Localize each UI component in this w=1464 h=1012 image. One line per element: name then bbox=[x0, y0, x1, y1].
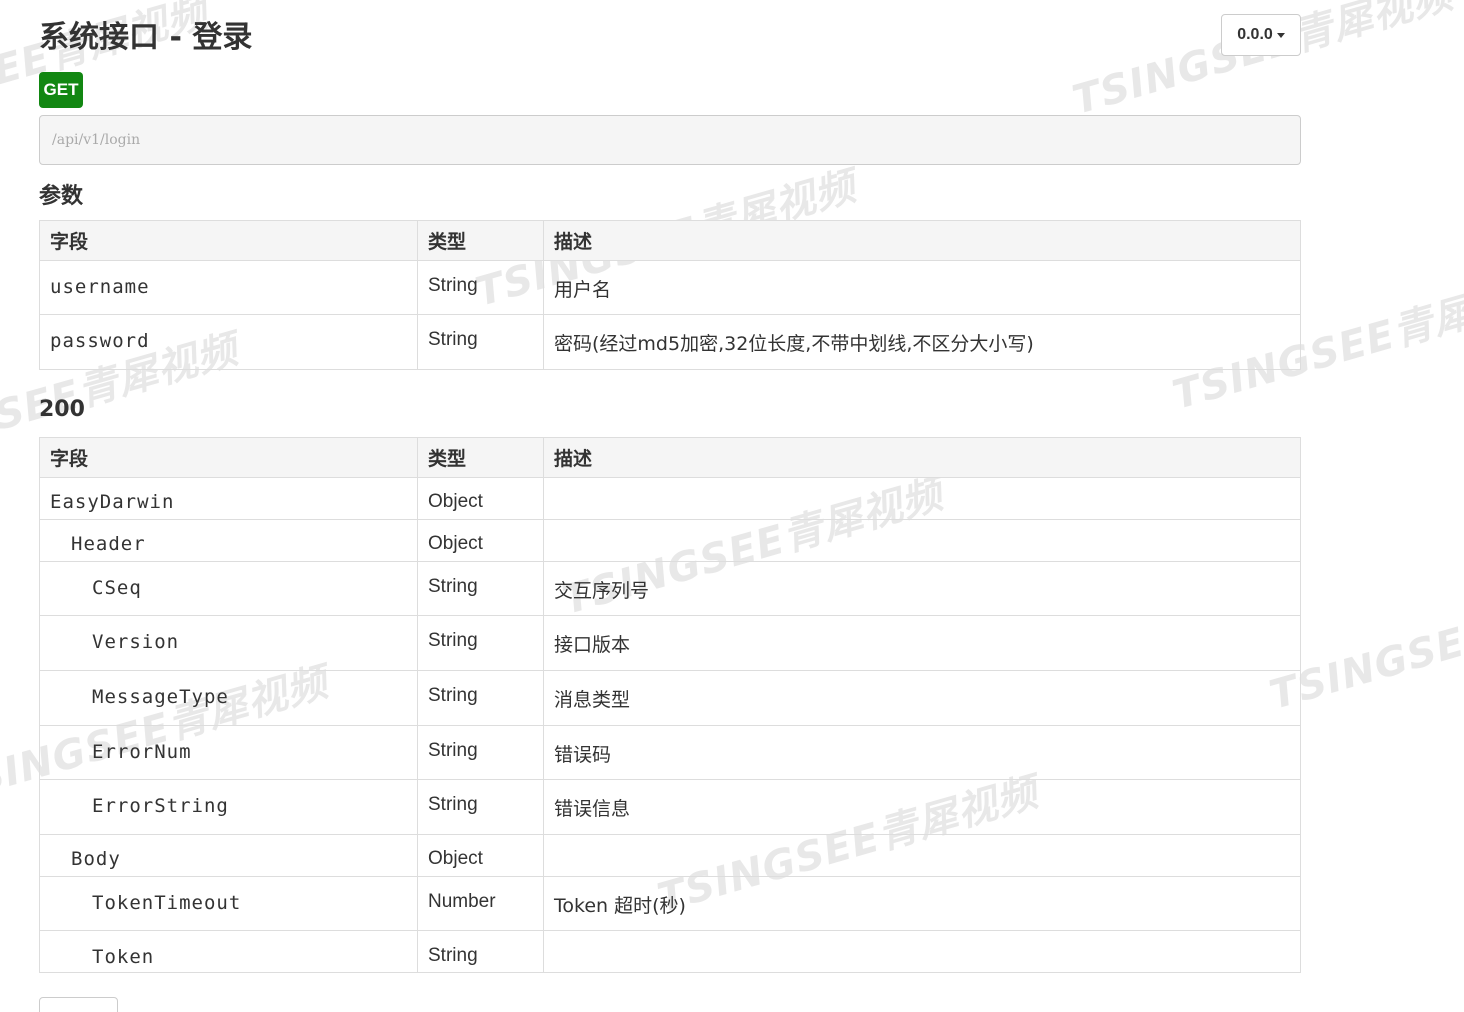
field-description bbox=[543, 519, 1301, 562]
table-row: CSeq String 交互序列号 bbox=[39, 561, 1301, 616]
table-row: TokenTimeout Number Token 超时(秒) bbox=[39, 876, 1301, 931]
version-dropdown-button[interactable]: 0.0.0 bbox=[1221, 14, 1301, 56]
field-description: 消息类型 bbox=[543, 670, 1301, 726]
field-type: String bbox=[417, 779, 544, 835]
caret-down-icon bbox=[1276, 32, 1285, 38]
bottom-button[interactable] bbox=[39, 997, 118, 1012]
field-description: 接口版本 bbox=[543, 615, 1301, 671]
field-name: EasyDarwin bbox=[39, 477, 418, 520]
endpoint-url-field[interactable]: /api/v1/login bbox=[39, 115, 1301, 165]
table-row: EasyDarwin Object bbox=[39, 477, 1301, 520]
table-row: ErrorString String 错误信息 bbox=[39, 779, 1301, 835]
table-row: MessageType String 消息类型 bbox=[39, 670, 1301, 726]
column-header-field: 字段 bbox=[39, 220, 418, 261]
table-row: ErrorNum String 错误码 bbox=[39, 725, 1301, 780]
column-header-type: 类型 bbox=[417, 437, 544, 478]
table-row: Body Object bbox=[39, 834, 1301, 877]
field-name: CSeq bbox=[39, 561, 418, 616]
field-type: String bbox=[417, 561, 544, 616]
endpoint-url-text: /api/v1/login bbox=[52, 132, 141, 148]
field-name: ErrorNum bbox=[39, 725, 418, 780]
field-name: MessageType bbox=[39, 670, 418, 726]
response-section-title: 200 bbox=[39, 397, 85, 422]
field-description bbox=[543, 930, 1301, 973]
version-label: 0.0.0 bbox=[1237, 26, 1273, 43]
field-description bbox=[543, 834, 1301, 877]
field-name: username bbox=[39, 260, 418, 315]
table-header-row: 字段 类型 描述 bbox=[39, 220, 1301, 261]
field-description bbox=[543, 477, 1301, 520]
field-type: String bbox=[417, 314, 544, 370]
field-type: String bbox=[417, 930, 544, 973]
params-section-title: 参数 bbox=[39, 184, 84, 209]
field-name: ErrorString bbox=[39, 779, 418, 835]
column-header-type: 类型 bbox=[417, 220, 544, 261]
field-type: String bbox=[417, 670, 544, 726]
field-type: String bbox=[417, 260, 544, 315]
column-header-field: 字段 bbox=[39, 437, 418, 478]
column-header-desc: 描述 bbox=[543, 437, 1301, 478]
table-row: Header Object bbox=[39, 519, 1301, 562]
column-header-desc: 描述 bbox=[543, 220, 1301, 261]
field-name: Token bbox=[39, 930, 418, 973]
table-row: password String 密码(经过md5加密,32位长度,不带中划线,不… bbox=[39, 314, 1301, 370]
field-description: 密码(经过md5加密,32位长度,不带中划线,不区分大小写) bbox=[543, 314, 1301, 370]
field-description: Token 超时(秒) bbox=[543, 876, 1301, 931]
page-title: 系统接口 - 登录 bbox=[39, 20, 253, 55]
field-name: TokenTimeout bbox=[39, 876, 418, 931]
field-description: 交互序列号 bbox=[543, 561, 1301, 616]
table-row: username String 用户名 bbox=[39, 260, 1301, 315]
table-row: Token String bbox=[39, 930, 1301, 973]
field-type: Object bbox=[417, 834, 544, 877]
field-name: Body bbox=[39, 834, 418, 877]
field-type: Object bbox=[417, 477, 544, 520]
field-type: Number bbox=[417, 876, 544, 931]
field-type: Object bbox=[417, 519, 544, 562]
field-name: password bbox=[39, 314, 418, 370]
response-table: 字段 类型 描述 EasyDarwin Object Header Object… bbox=[39, 437, 1301, 973]
table-row: Version String 接口版本 bbox=[39, 615, 1301, 671]
table-header-row: 字段 类型 描述 bbox=[39, 437, 1301, 478]
field-name: Version bbox=[39, 615, 418, 671]
params-table: 字段 类型 描述 username String 用户名 password St… bbox=[39, 220, 1301, 370]
field-type: String bbox=[417, 725, 544, 780]
field-description: 错误码 bbox=[543, 725, 1301, 780]
field-description: 错误信息 bbox=[543, 779, 1301, 835]
field-type: String bbox=[417, 615, 544, 671]
field-name: Header bbox=[39, 519, 418, 562]
http-method-badge: GET bbox=[39, 72, 83, 108]
field-description: 用户名 bbox=[543, 260, 1301, 315]
